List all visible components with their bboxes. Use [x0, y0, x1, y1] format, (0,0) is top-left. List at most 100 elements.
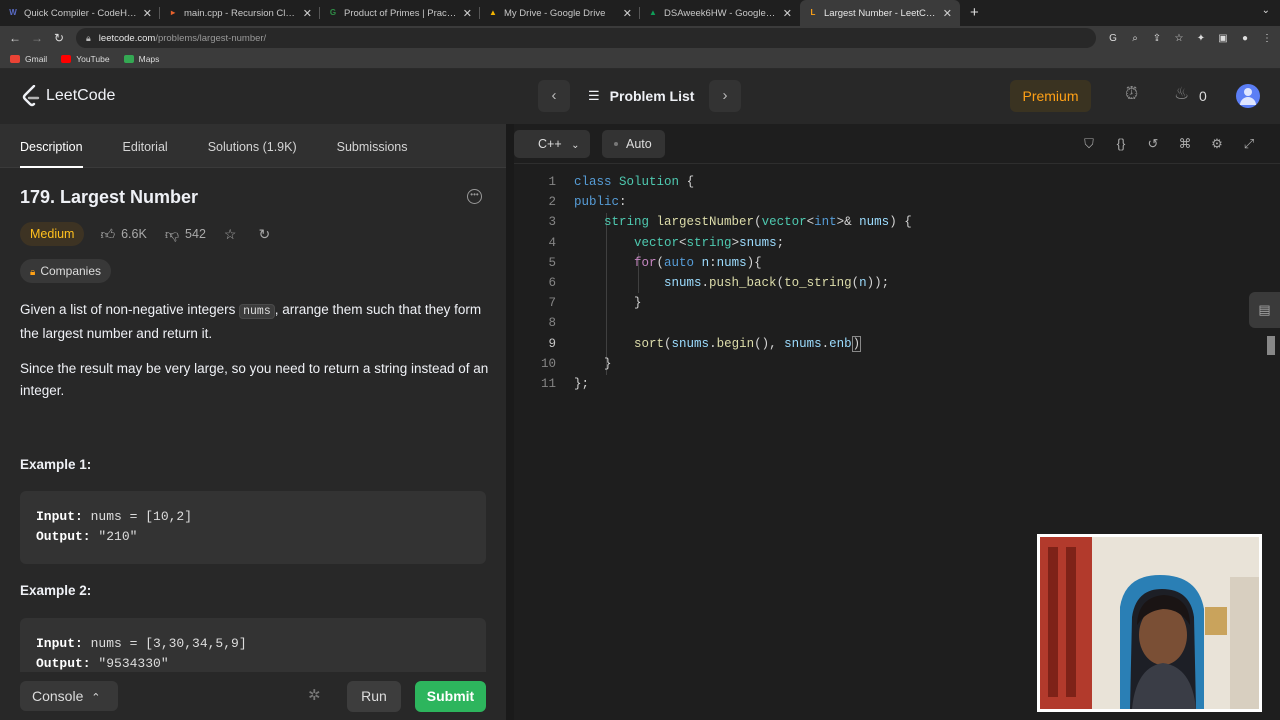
fullscreen-icon[interactable]: ⤢	[1242, 136, 1256, 152]
browser-tab[interactable]: L Largest Number - LeetCode ✕	[800, 0, 960, 26]
command-icon[interactable]: ⌘	[1178, 136, 1192, 152]
alarm-clock-icon[interactable]: ⏰︎	[1125, 84, 1138, 104]
difficulty-badge: Medium	[20, 222, 85, 246]
problem-list-button[interactable]: ☰ Problem List	[588, 88, 694, 104]
editor-scrollbar[interactable]	[1267, 336, 1275, 355]
tab-search-icon[interactable]: ⌄	[1262, 5, 1270, 16]
back-icon[interactable]: ←	[4, 31, 26, 45]
run-button[interactable]: Run	[347, 681, 401, 712]
tab-solutions[interactable]: Solutions (1.9K)	[188, 124, 317, 168]
code-line: 2 public:	[514, 192, 1280, 212]
tab-close-icon[interactable]: ✕	[623, 7, 632, 20]
reset-icon[interactable]: ↺	[1146, 136, 1160, 152]
bookmark-item[interactable]: YouTube	[61, 54, 110, 64]
google-icon[interactable]: G	[1102, 33, 1124, 44]
user-avatar[interactable]	[1236, 84, 1260, 108]
tab-title: main.cpp - Recursion Class1 P	[184, 7, 297, 19]
console-button[interactable]: Console ⌃	[20, 681, 118, 711]
leetcode-logo[interactable]: LeetCode	[22, 85, 115, 107]
code-text: sort(snums.begin(), snums.enb)	[634, 335, 862, 352]
tab-close-icon[interactable]: ✕	[303, 7, 312, 20]
browser-tab[interactable]: ▸ main.cpp - Recursion Class1 P ✕	[160, 0, 320, 26]
webcam-video	[1040, 537, 1259, 709]
bookmark-star-icon[interactable]: ☆	[1168, 33, 1190, 44]
companies-tag[interactable]: 🔒︎ Companies	[20, 259, 112, 283]
code-area[interactable]: 1 class Solution { 2 public: 3 string larg…	[514, 172, 1280, 394]
favorite-star-icon[interactable]: ☆	[224, 226, 237, 243]
auto-mode-button[interactable]: Auto	[602, 129, 665, 158]
line-number: 1	[548, 175, 556, 189]
example-output: "9534330"	[90, 656, 169, 671]
code-line: 5 for(auto n:nums){	[514, 253, 1280, 273]
menu-icon[interactable]: ⋮	[1256, 33, 1278, 44]
browser-tab[interactable]: W Quick Compiler - CodeHelp La ✕	[0, 0, 160, 26]
chevron-up-icon: ⌃	[91, 692, 101, 704]
input-label: Input:	[36, 636, 83, 651]
language-label: C++	[538, 136, 562, 151]
problem-list-label: Problem List	[609, 88, 695, 104]
share-link-icon[interactable]: ↻	[258, 226, 270, 243]
extensions-icon[interactable]: ✦	[1190, 33, 1212, 44]
companies-label: Companies	[40, 264, 102, 278]
share-icon[interactable]: ⇪	[1146, 33, 1168, 44]
premium-button[interactable]: Premium	[1010, 80, 1091, 112]
thumbs-down-icon[interactable]: 👎︎	[165, 226, 179, 243]
settings-gear-icon[interactable]: ⚙︎	[1210, 136, 1224, 152]
tab-close-icon[interactable]: ✕	[143, 7, 152, 20]
browser-tab[interactable]: G Product of Primes | Practice | G ✕	[320, 0, 480, 26]
list-icon: ☰	[588, 88, 600, 103]
language-select[interactable]: C++ ⌄	[514, 129, 590, 158]
new-tab-button[interactable]: +	[960, 0, 989, 26]
tab-description[interactable]: Description	[0, 124, 103, 168]
tab-submissions[interactable]: Submissions	[317, 124, 428, 168]
editor-toolbar: C++ ⌄ Auto ⛉ {} ↺ ⌘ ⚙︎ ⤢	[514, 124, 1280, 164]
tab-close-icon[interactable]: ✕	[783, 7, 792, 20]
braces-icon[interactable]: {}	[1114, 136, 1128, 152]
bookmark-label: YouTube	[76, 54, 110, 64]
tab-favicon-icon: L	[810, 8, 816, 17]
tab-close-icon[interactable]: ✕	[943, 7, 952, 20]
description-paragraph-1: Given a list of non-negative integers nu…	[20, 299, 490, 344]
description-paragraph-2: Since the result may be very large, so y…	[20, 361, 489, 398]
tab-close-icon[interactable]: ✕	[463, 7, 472, 20]
next-problem-button[interactable]: ›	[709, 80, 741, 112]
code-line: 1 class Solution {	[514, 172, 1280, 192]
code-text: };	[574, 376, 590, 391]
console-bar: Console ⌃ ✲ Run Submit	[0, 672, 506, 720]
likes-count: 6.6K	[121, 227, 147, 241]
profile-icon[interactable]: ●	[1234, 33, 1256, 44]
example-input: nums = [3,30,34,5,9]	[82, 636, 247, 651]
browser-tab[interactable]: ▲ DSAweek6HW - Google Drive ✕	[640, 0, 800, 26]
zoom-icon[interactable]: ⌕	[1124, 33, 1146, 44]
tab-editorial[interactable]: Editorial	[103, 124, 188, 168]
bookmark-item[interactable]: Gmail	[10, 54, 47, 64]
submit-button[interactable]: Submit	[415, 681, 486, 712]
thumbs-up-icon[interactable]: 👍︎	[100, 226, 115, 243]
leetcode-header: LeetCode ‹ ☰ Problem List › Premium ⏰︎ ♨…	[0, 69, 1280, 124]
sidepanel-icon[interactable]: ▣	[1212, 33, 1234, 44]
bookmark-item[interactable]: Maps	[123, 54, 159, 64]
tab-title: Product of Primes | Practice | G	[344, 7, 457, 19]
forward-icon[interactable]: →	[26, 31, 48, 45]
line-number: 4	[548, 235, 556, 250]
prev-problem-button[interactable]: ‹	[538, 80, 570, 112]
url-path: /problems/largest-number/	[155, 32, 267, 44]
auto-mode-label: Auto	[626, 136, 652, 151]
line-number: 3	[548, 215, 556, 230]
notes-file-icon[interactable]: ▤	[1249, 292, 1280, 328]
problem-meta: Medium 👍︎ 6.6K 👎︎ 542 ☆ ↻	[20, 222, 276, 246]
bookmark-icon[interactable]: ⛉	[1082, 136, 1096, 152]
url-field[interactable]: 🔒︎ leetcode.com/problems/largest-number/	[76, 28, 1096, 48]
streak-flame-icon[interactable]: ♨︎	[1174, 84, 1189, 104]
debug-bug-icon[interactable]: ✲	[308, 686, 321, 704]
code-text: snums.push_back(to_string(n));	[664, 275, 890, 290]
code-line: 6 snums.push_back(to_string(n));	[514, 273, 1280, 293]
example-1-box: Input: nums = [10,2] Output: "210"	[20, 491, 486, 564]
browser-tab[interactable]: ▲ My Drive - Google Drive ✕	[480, 0, 640, 26]
reload-icon[interactable]: ↻	[48, 31, 70, 45]
desc-text: Given a list of non-negative integers	[20, 302, 240, 317]
description-panel: Description Editorial Solutions (1.9K) Subm…	[0, 124, 506, 720]
example-output: "210"	[90, 529, 138, 544]
more-options-icon[interactable]: •••	[467, 189, 482, 204]
